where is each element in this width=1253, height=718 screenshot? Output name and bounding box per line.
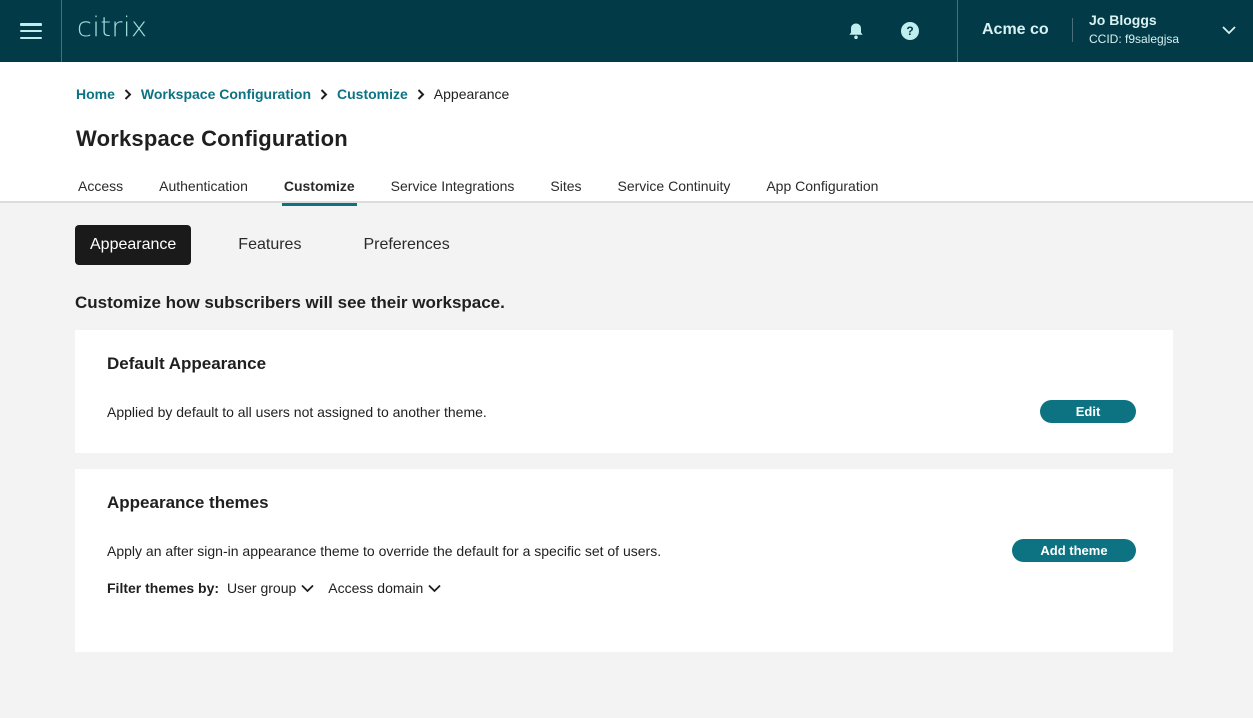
card-title: Appearance themes xyxy=(107,493,269,512)
breadcrumb-workspace-configuration[interactable]: Workspace Configuration xyxy=(141,86,311,102)
breadcrumb-current: Appearance xyxy=(433,86,510,102)
chevron-right-icon xyxy=(115,88,141,100)
main-tabs: Access Authentication Customize Service … xyxy=(78,178,914,206)
edit-button[interactable]: Edit xyxy=(1040,400,1136,423)
subtab-appearance[interactable]: Appearance xyxy=(75,225,192,265)
appearance-themes-card: Appearance themes Apply an after sign-in… xyxy=(75,469,1173,652)
chevron-down-icon xyxy=(301,584,314,592)
organization-name[interactable]: Acme co xyxy=(982,21,1049,39)
tab-authentication[interactable]: Authentication xyxy=(159,178,248,204)
subtab-preferences[interactable]: Preferences xyxy=(348,225,464,265)
card-description: Apply an after sign-in appearance theme … xyxy=(107,543,662,559)
default-appearance-card: Default Appearance Applied by default to… xyxy=(75,330,1173,453)
top-navigation-bar: citrix ? Acme co Jo Bloggs CCID: f9saleg… xyxy=(0,0,1253,62)
breadcrumb-home[interactable]: Home xyxy=(76,86,115,102)
filter-value: User group xyxy=(227,580,297,596)
filter-value: Access domain xyxy=(328,580,424,596)
page-header: Home Workspace Configuration Customize A… xyxy=(0,62,1253,206)
tab-service-continuity[interactable]: Service Continuity xyxy=(618,178,731,204)
section-intro: Customize how subscribers will see their… xyxy=(75,293,505,312)
add-theme-button[interactable]: Add theme xyxy=(1012,539,1136,562)
tab-access[interactable]: Access xyxy=(78,178,123,204)
page-title: Workspace Configuration xyxy=(76,126,348,151)
chevron-down-icon xyxy=(428,584,441,592)
divider xyxy=(1072,18,1073,42)
user-name: Jo Bloggs xyxy=(1089,12,1157,28)
user-ccid: CCID: f9salegjsa xyxy=(1089,32,1180,46)
bell-icon[interactable] xyxy=(846,21,866,41)
citrix-logo: citrix xyxy=(77,12,148,43)
sub-tabs: Appearance Features Preferences xyxy=(75,225,497,265)
subtab-features[interactable]: Features xyxy=(223,225,316,265)
card-title: Default Appearance xyxy=(107,354,267,373)
tab-service-integrations[interactable]: Service Integrations xyxy=(391,178,515,204)
tab-app-configuration[interactable]: App Configuration xyxy=(766,178,878,204)
hamburger-menu-button[interactable] xyxy=(0,0,62,62)
user-group-filter-dropdown[interactable]: User group xyxy=(227,580,314,596)
divider xyxy=(957,0,958,62)
chevron-down-icon[interactable] xyxy=(1221,22,1237,38)
access-domain-filter-dropdown[interactable]: Access domain xyxy=(328,580,441,596)
tab-customize[interactable]: Customize xyxy=(281,178,357,206)
menu-icon xyxy=(19,23,42,39)
tab-sites[interactable]: Sites xyxy=(550,178,581,204)
card-description: Applied by default to all users not assi… xyxy=(107,404,487,420)
chevron-right-icon xyxy=(311,88,337,100)
chevron-right-icon xyxy=(408,88,434,100)
theme-filters: Filter themes by: User group Access doma… xyxy=(107,580,455,596)
breadcrumb: Home Workspace Configuration Customize A… xyxy=(76,86,509,102)
breadcrumb-customize[interactable]: Customize xyxy=(337,86,408,102)
help-icon[interactable]: ? xyxy=(901,22,919,40)
filter-label: Filter themes by: xyxy=(107,580,220,596)
